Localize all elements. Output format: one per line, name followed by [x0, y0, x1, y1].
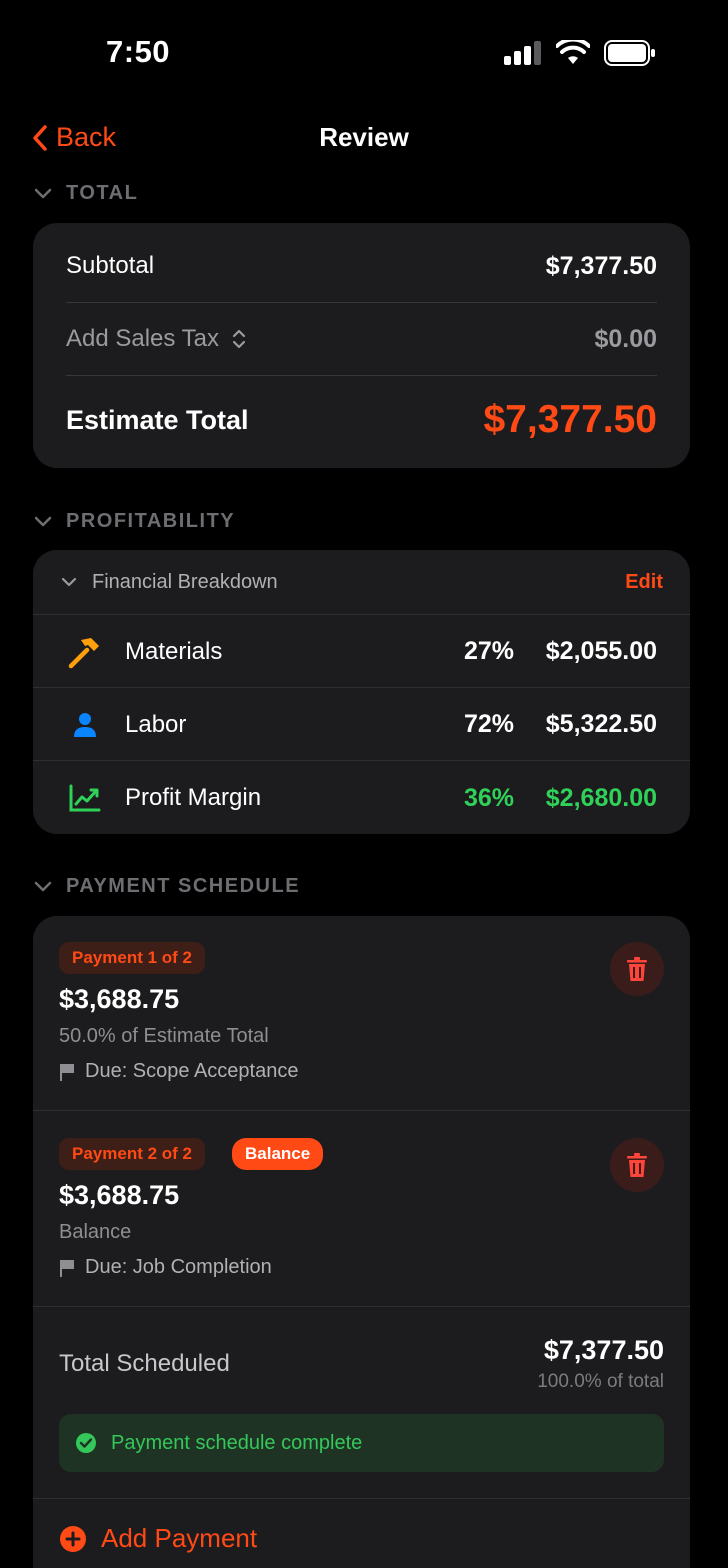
schedule-complete-message: Payment schedule complete: [111, 1431, 363, 1454]
labor-percent: 72%: [463, 710, 514, 738]
total-section-header[interactable]: TOTAL: [34, 182, 138, 205]
page-title: Review: [319, 122, 409, 152]
divider: [33, 1498, 690, 1499]
subtotal-label: Subtotal: [66, 252, 155, 279]
cellular-signal-icon: [504, 41, 541, 65]
sales-tax-value: $0.00: [594, 324, 657, 353]
delete-payment-button[interactable]: [610, 1138, 664, 1192]
payment-due-label: Due: Scope Acceptance: [85, 1060, 299, 1082]
flag-icon: [60, 1063, 74, 1081]
payment-due-label: Due: Job Completion: [85, 1256, 272, 1278]
estimate-total-row: Estimate Total $7,377.50: [66, 395, 657, 445]
payment-schedule-section-title: PAYMENT SCHEDULE: [66, 875, 301, 897]
materials-amount: $2,055.00: [545, 637, 657, 665]
payment-amount: $3,688.75: [59, 984, 180, 1014]
estimate-total-label: Estimate Total: [66, 404, 249, 435]
balance-badge: Balance: [232, 1138, 324, 1170]
profitability-section-header[interactable]: PROFITABILITY: [34, 510, 235, 533]
status-time: 7:50: [106, 34, 171, 69]
battery-icon: [604, 40, 655, 66]
chevron-up-down-icon: [232, 329, 246, 349]
labor-label: Labor: [125, 710, 187, 738]
chart-line-icon: [67, 780, 103, 816]
payment-due: Due: Scope Acceptance: [59, 1060, 298, 1083]
total-scheduled-value: $7,377.50: [543, 1335, 664, 1365]
divider: [66, 302, 657, 303]
flag-icon: [60, 1259, 74, 1277]
status-bar: 7:50: [0, 0, 728, 100]
trash-icon: [627, 957, 647, 981]
total-section-title: TOTAL: [66, 182, 139, 204]
payment-amount: $3,688.75: [59, 1180, 180, 1210]
payment-schedule-section-header[interactable]: PAYMENT SCHEDULE: [34, 875, 300, 898]
payment-item[interactable]: Payment 2 of 2 Balance $3,688.75 Balance…: [33, 1112, 690, 1307]
estimate-total-value: $7,377.50: [483, 398, 657, 441]
sales-tax-row: Add Sales Tax $0.00: [66, 322, 657, 356]
edit-button[interactable]: Edit: [625, 571, 663, 594]
hammer-icon: [67, 634, 103, 670]
chevron-down-icon: [34, 188, 52, 198]
checkmark-circle-icon: [76, 1433, 96, 1453]
payment-badge: Payment 1 of 2: [59, 942, 205, 974]
subtotal-row: Subtotal $7,377.50: [66, 249, 657, 283]
list-item-materials: Materials 27% $2,055.00: [33, 616, 690, 688]
wifi-icon: [556, 40, 590, 64]
plus-circle-icon: [60, 1525, 86, 1552]
list-item-labor: Labor 72% $5,322.50: [33, 689, 690, 761]
total-scheduled-label: Total Scheduled: [59, 1350, 230, 1377]
divider: [66, 375, 657, 376]
trash-icon: [627, 1153, 647, 1177]
add-payment-button[interactable]: Add Payment: [59, 1523, 257, 1554]
financial-breakdown-title: Financial Breakdown: [92, 571, 278, 593]
profit-margin-percent: 36%: [463, 783, 514, 812]
chevron-down-icon: [61, 577, 77, 587]
labor-amount: $5,322.50: [545, 710, 657, 738]
status-icons: [504, 40, 656, 66]
payment-badge: Payment 2 of 2: [59, 1138, 205, 1170]
payment-subtitle: 50.0% of Estimate Total: [59, 1025, 269, 1047]
financial-breakdown-header[interactable]: Financial Breakdown Edit: [33, 550, 690, 615]
sales-tax-label: Add Sales Tax: [66, 325, 219, 352]
profitability-card: Financial Breakdown Edit Materials 27% $…: [33, 550, 690, 834]
payment-schedule-card: Payment 1 of 2 $3,688.75 50.0% of Estima…: [33, 916, 690, 1568]
profitability-section-title: PROFITABILITY: [66, 510, 236, 532]
chevron-down-icon: [34, 881, 52, 891]
sales-tax-selector[interactable]: Add Sales Tax: [66, 325, 247, 353]
total-card: Subtotal $7,377.50 Add Sales Tax $0.00 E…: [33, 223, 690, 468]
payment-subtitle: Balance: [59, 1221, 132, 1243]
profit-margin-amount: $2,680.00: [545, 783, 657, 812]
materials-label: Materials: [125, 637, 223, 665]
payment-item[interactable]: Payment 1 of 2 $3,688.75 50.0% of Estima…: [33, 916, 690, 1111]
schedule-complete-banner: Payment schedule complete: [59, 1414, 664, 1472]
add-payment-label: Add Payment: [101, 1523, 258, 1553]
total-scheduled-percent: 100.0% of total: [537, 1371, 664, 1392]
profit-margin-label: Profit Margin: [125, 784, 262, 811]
chevron-down-icon: [34, 516, 52, 526]
subtotal-value: $7,377.50: [545, 251, 657, 280]
navigation-bar: Back Review: [0, 112, 728, 164]
person-icon: [67, 707, 103, 743]
payment-due: Due: Job Completion: [59, 1256, 272, 1279]
materials-percent: 27%: [463, 637, 514, 665]
delete-payment-button[interactable]: [610, 942, 664, 996]
list-item-profit-margin: Profit Margin 36% $2,680.00: [33, 762, 690, 834]
